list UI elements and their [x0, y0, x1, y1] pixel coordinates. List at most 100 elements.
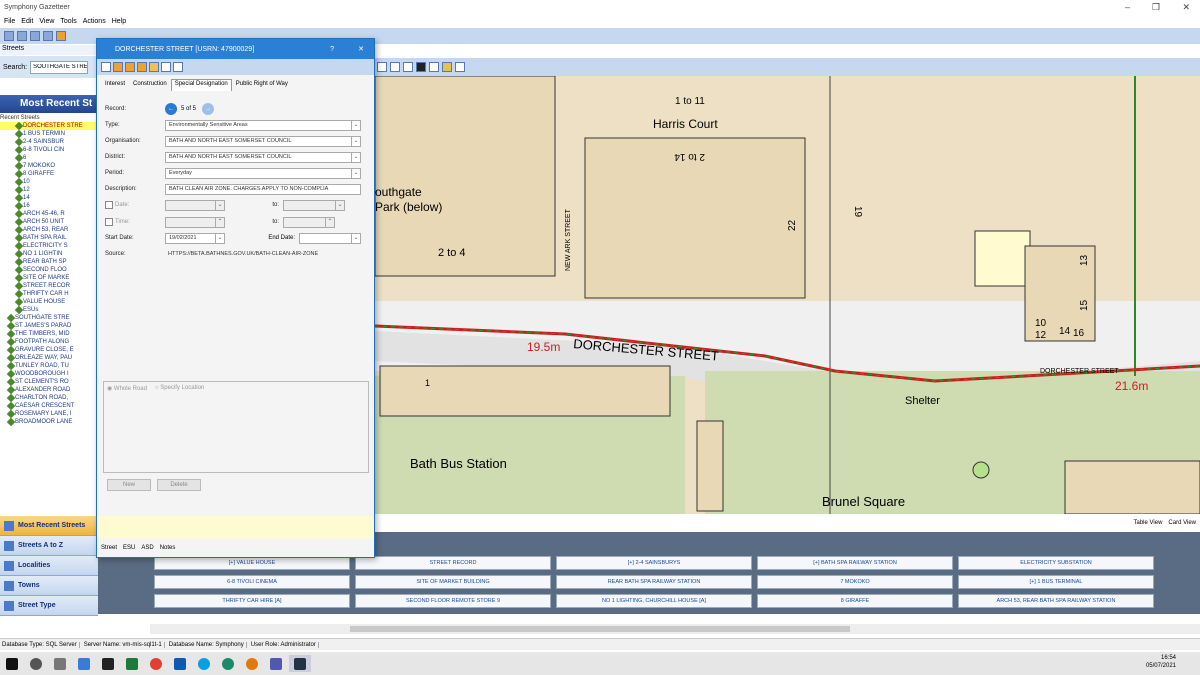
org-select[interactable]: BATH AND NORTH EAST SOMERSET COUNCIL ⌄ [165, 135, 361, 147]
time-checkbox[interactable] [105, 218, 113, 226]
identify-icon[interactable] [416, 62, 426, 72]
date-to-input[interactable]: ⌄ [283, 199, 345, 211]
grid-card[interactable]: [+] VALUE HOUSE [154, 556, 350, 570]
menu-item-edit[interactable]: Edit [21, 18, 33, 25]
pencil-icon[interactable] [442, 62, 452, 72]
tree-item[interactable]: ARCH 53, REAR [0, 225, 98, 235]
grid-card[interactable]: THRIFTY CAR HIRE [A] [154, 594, 350, 608]
prev-record-icon[interactable]: ← [165, 103, 177, 115]
close-icon[interactable]: ✕ [1182, 2, 1190, 13]
tree-item[interactable]: ALEXANDER ROAD [0, 385, 98, 395]
excel-icon[interactable] [121, 655, 143, 672]
tree-item[interactable]: ESUs [0, 305, 98, 315]
start-date-input[interactable]: 19/02/2021 ⌄ [165, 232, 225, 244]
nav-towns[interactable]: Towns [0, 576, 98, 596]
period-select[interactable]: Everyday ⌄ [165, 167, 361, 179]
refresh-icon[interactable] [30, 31, 40, 41]
tree-item[interactable]: FOOTPATH ALONG [0, 337, 98, 347]
tab-public-right-of-way[interactable]: Public Right of Way [232, 79, 292, 91]
pan-icon[interactable] [403, 62, 413, 72]
save-icon[interactable] [4, 31, 14, 41]
nav-streets-a-to-z[interactable]: Streets A to Z [0, 536, 98, 556]
tab-interest[interactable]: Interest [101, 79, 129, 91]
tree-item[interactable]: SITE OF MARKE [0, 273, 98, 283]
grid-card[interactable]: REAR BATH SPA RAILWAY STATION [556, 575, 752, 589]
grid-card[interactable]: ELECTRICITY SUBSTATION [958, 556, 1154, 570]
chrome-icon[interactable] [145, 655, 167, 672]
delete-button[interactable]: Delete [157, 479, 201, 491]
source-input[interactable]: HTTPS://BETA.BATHNES.GOV.UK/BATH-CLEAN-A… [165, 249, 361, 260]
teams-icon[interactable] [265, 655, 287, 672]
tree-item[interactable]: THE TIMBERS, MID [0, 329, 98, 339]
skype-icon[interactable] [193, 655, 215, 672]
tree-item[interactable]: ARCH 45-46, R [0, 209, 98, 219]
pointer-icon[interactable] [377, 62, 387, 72]
tree-item[interactable]: WOODBOROUGH I [0, 369, 98, 379]
tree-item[interactable]: BROADMOOR LANE [0, 417, 98, 427]
grid-card[interactable]: ARCH 53, REAR BATH SPA RAILWAY STATION [958, 594, 1154, 608]
scroll-thumb[interactable] [350, 626, 850, 632]
copy-icon[interactable] [161, 62, 171, 72]
map-view[interactable]: Harris Court 1 to 11 2 to 14 outhgate Pa… [375, 76, 1200, 514]
horizontal-scrollbar[interactable] [150, 624, 1200, 634]
tree-item[interactable]: 10 [0, 177, 98, 187]
search-icon[interactable] [25, 655, 47, 672]
task-view-icon[interactable] [49, 655, 71, 672]
specify-location-radio[interactable]: ○ Specify Location [155, 385, 204, 392]
menu-item-view[interactable]: View [39, 18, 54, 25]
nav-street-type[interactable]: Street Type [0, 596, 98, 616]
maximize-icon[interactable]: ❐ [1152, 2, 1160, 13]
tree-item[interactable]: 7 MOKOKO [0, 161, 98, 171]
tree-item[interactable]: 6-8 TIVOLI CIN [0, 145, 98, 155]
card-view-radio[interactable]: Card View [1168, 520, 1196, 526]
tree-item[interactable]: 12 [0, 185, 98, 195]
menu-item-help[interactable]: Help [112, 18, 126, 25]
select-icon[interactable] [390, 62, 400, 72]
tree-item[interactable]: THRIFTY CAR H [0, 289, 98, 299]
new-button[interactable]: New [107, 479, 151, 491]
tab-construction[interactable]: Construction [129, 79, 171, 91]
tree-item[interactable]: GRAVURE CLOSE, E [0, 345, 98, 355]
zoom-icon[interactable] [455, 62, 465, 72]
tree-item[interactable]: ELECTRICITY S [0, 241, 98, 251]
time-to-input[interactable]: ⌃ [283, 216, 335, 228]
tree-item[interactable]: 8 GIRAFFE [0, 169, 98, 179]
date-from-input[interactable]: ⌄ [165, 199, 225, 211]
grid-card[interactable]: 8 GIRAFFE [757, 594, 953, 608]
tree-item[interactable]: 14 [0, 193, 98, 203]
tree-item[interactable]: 2-4 SAINSBUR [0, 137, 98, 147]
tree-item[interactable]: SECOND FLOO [0, 265, 98, 275]
tree-item[interactable]: ST JAMES'S PARAD [0, 321, 98, 331]
grid-card[interactable]: SECOND FLOOR REMOTE STORE 9 [355, 594, 551, 608]
table-view-radio[interactable]: Table View [1134, 520, 1163, 526]
tree-item[interactable]: CAESAR CRESCENT [0, 401, 98, 411]
tree-item[interactable]: SOUTHGATE STRE [0, 313, 98, 323]
tree-item[interactable]: TUNLEY ROAD, TU [0, 361, 98, 371]
footer-tab-notes[interactable]: Notes [160, 545, 176, 551]
tool-icon[interactable] [56, 31, 66, 41]
type-select[interactable]: Environmentally Sensitive Areas ⌄ [165, 119, 361, 131]
next-record-icon[interactable]: → [202, 103, 215, 115]
menu-item-tools[interactable]: Tools [60, 18, 76, 25]
add-icon[interactable] [101, 62, 111, 72]
outlook-icon[interactable] [169, 655, 191, 672]
menu-item-actions[interactable]: Actions [83, 18, 106, 25]
tree-item[interactable]: BATH SPA RAIL [0, 233, 98, 243]
grid-card[interactable]: 6-8 TIVOLI CINEMA [154, 575, 350, 589]
grid-card[interactable]: [+] BATH SPA RAILWAY STATION [757, 556, 953, 570]
menu-item-file[interactable]: File [4, 18, 15, 25]
tree-item[interactable]: CHARLTON ROAD, [0, 393, 98, 403]
footer-tab-esu[interactable]: ESU [123, 545, 135, 551]
grid-card[interactable]: 7 MOKOKO [757, 575, 953, 589]
nav-localities[interactable]: Localities [0, 556, 98, 576]
description-input[interactable]: BATH CLEAN AIR ZONE. CHARGES APPLY TO NO… [165, 183, 361, 195]
tree-item[interactable]: ROSEMARY LANE, I [0, 409, 98, 419]
tree-item[interactable]: DORCHESTER STRE [0, 121, 98, 131]
grid-card[interactable]: STREET RECORD [355, 556, 551, 570]
footer-tab-asd[interactable]: ASD [141, 545, 153, 551]
tree-item[interactable]: ARCH 50 UNIT [0, 217, 98, 227]
tree-item[interactable]: REAR BATH SP [0, 257, 98, 267]
tree-item[interactable]: ORLEAZE WAY, PAU [0, 353, 98, 363]
search-input[interactable] [30, 60, 89, 74]
tree-item[interactable]: VALUE HOUSE [0, 297, 98, 307]
